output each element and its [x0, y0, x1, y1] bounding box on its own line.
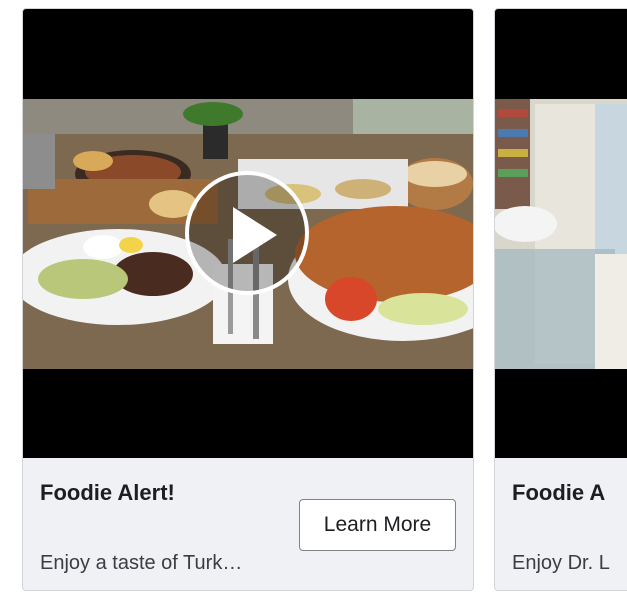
card-title: Foodie A: [512, 480, 606, 505]
card-title: Foodie Alert!: [40, 480, 175, 505]
ad-carousel: Foodie Alert! Learn More Enjoy a taste o…: [0, 0, 627, 593]
card-footer: Foodie A Enjoy Dr. L: [495, 458, 627, 590]
card-description: Enjoy Dr. L: [512, 552, 610, 574]
video-thumbnail: [495, 99, 627, 369]
carousel-card[interactable]: Foodie A Enjoy Dr. L: [494, 8, 627, 591]
video-player[interactable]: [495, 9, 627, 458]
learn-more-button[interactable]: Learn More: [299, 499, 456, 551]
play-button[interactable]: [185, 171, 309, 295]
video-player[interactable]: [23, 9, 473, 458]
carousel-card[interactable]: Foodie Alert! Learn More Enjoy a taste o…: [22, 8, 474, 591]
play-icon: [233, 207, 277, 263]
card-description: Enjoy a taste of Turk…: [40, 552, 243, 574]
card-footer: Foodie Alert! Learn More Enjoy a taste o…: [23, 458, 473, 590]
